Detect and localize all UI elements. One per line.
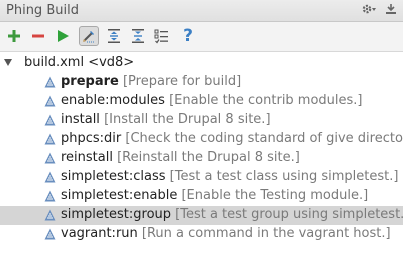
target-name: install: [61, 112, 100, 127]
target-row-selected[interactable]: simpletest:group [Test a test group usin…: [0, 206, 403, 225]
ant-target-icon: [44, 133, 56, 145]
minus-icon: [32, 34, 44, 38]
ant-target-icon: [44, 228, 56, 240]
properties-icon: [154, 29, 168, 44]
target-row[interactable]: phpcs:dir [Check the coding standard of …: [0, 130, 403, 149]
target-description: [Enable the Testing module.]: [181, 188, 369, 203]
ant-target-icon: [44, 171, 56, 183]
properties-button[interactable]: [152, 26, 172, 46]
target-description: [Install the Drupal 8 site.]: [104, 112, 271, 127]
plus-icon: [8, 30, 20, 42]
target-row[interactable]: prepare [Prepare for build]: [0, 73, 403, 92]
target-description: [Test a test class using simpletest.]: [169, 169, 399, 184]
run-target-button[interactable]: [53, 26, 73, 46]
target-row[interactable]: reinstall [Reinstall the Drupal 8 site.]: [0, 149, 403, 168]
build-targets-tree: build.xml <vd8> prepare [Prepare for bui…: [0, 52, 403, 267]
target-name: simpletest:enable: [61, 188, 178, 203]
target-name: simpletest:class: [61, 169, 166, 184]
toolbar: ?: [0, 22, 403, 52]
target-row[interactable]: vagrant:run [Run a command in the vagran…: [0, 225, 403, 244]
expand-arrow-icon[interactable]: [4, 59, 12, 66]
target-name: prepare: [61, 74, 119, 89]
ant-target-icon: [44, 76, 56, 88]
tree-root-build-file[interactable]: build.xml <vd8>: [0, 54, 403, 73]
filter-pencil-icon: [83, 31, 95, 43]
ant-target-icon: [44, 152, 56, 164]
build-file-label: build.xml <vd8>: [24, 55, 135, 70]
target-name: vagrant:run: [61, 226, 138, 241]
panel-header-actions: [361, 2, 397, 20]
play-icon: [58, 30, 69, 42]
expand-all-button[interactable]: [104, 26, 124, 46]
filter-targets-toggle[interactable]: [79, 26, 99, 46]
target-row[interactable]: enable:modules [Enable the contrib modul…: [0, 92, 403, 111]
target-description: [Reinstall the Drupal 8 site.]: [117, 150, 300, 165]
target-description: [Prepare for build]: [122, 74, 242, 89]
target-row[interactable]: simpletest:enable [Enable the Testing mo…: [0, 187, 403, 206]
collapse-all-icon: [132, 29, 144, 43]
target-description: [Enable the contrib modules.]: [169, 93, 363, 108]
panel-title: Phing Build: [6, 3, 79, 18]
target-description: [Test a test group using simpletest.]: [175, 207, 403, 222]
ant-target-icon: [44, 209, 56, 221]
target-row[interactable]: install [Install the Drupal 8 site.]: [0, 111, 403, 130]
help-icon: ?: [183, 26, 193, 46]
target-description: [Run a command in the vagrant host.]: [141, 226, 391, 241]
target-name: reinstall: [61, 150, 113, 165]
target-name: simpletest:group: [61, 207, 172, 222]
ant-target-icon: [44, 190, 56, 202]
add-build-file-button[interactable]: [4, 26, 24, 46]
gear-icon[interactable]: [361, 2, 377, 20]
panel-header: Phing Build: [0, 0, 403, 22]
remove-build-file-button[interactable]: [28, 26, 48, 46]
ant-target-icon: [44, 114, 56, 126]
help-button[interactable]: ?: [178, 26, 198, 46]
target-name: phpcs:dir: [61, 131, 122, 146]
ant-target-icon: [44, 95, 56, 107]
target-row[interactable]: simpletest:class [Test a test class usin…: [0, 168, 403, 187]
target-description: [Check the coding standard of give direc…: [125, 131, 403, 146]
expand-all-icon: [108, 29, 120, 43]
target-name: enable:modules: [61, 93, 165, 108]
collapse-all-button[interactable]: [128, 26, 148, 46]
hide-panel-icon[interactable]: [385, 3, 397, 19]
